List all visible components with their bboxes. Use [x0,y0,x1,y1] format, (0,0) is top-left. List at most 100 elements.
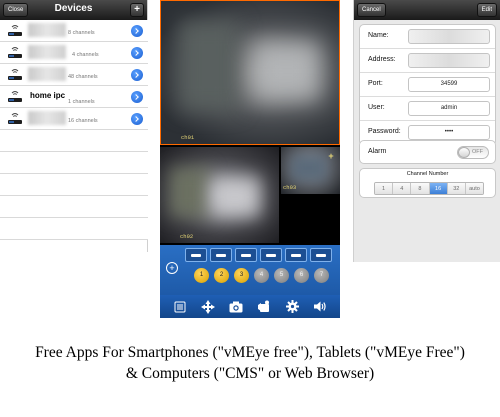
channel-button[interactable]: 4 [254,268,269,283]
channel-option[interactable]: 1 [375,183,394,194]
record-icon[interactable] [257,300,271,314]
device-chip[interactable] [285,248,307,262]
detail-disclosure-icon[interactable] [131,47,143,59]
form-row-address: Address: [360,49,495,73]
devices-navbar: Close Devices + [0,0,147,20]
detail-disclosure-icon[interactable] [131,25,143,37]
device-name-redacted [28,23,66,37]
camera-view-3[interactable]: + ch03 [281,147,340,194]
device-chip[interactable] [185,248,207,262]
channel-button[interactable]: 2 [214,268,229,283]
add-channel-button[interactable]: + [166,262,178,274]
detail-disclosure-icon[interactable] [131,91,143,103]
form-row-port: Port: 34599 [360,73,495,97]
user-field[interactable]: admin [408,101,490,116]
alarm-toggle[interactable]: OFF [457,146,489,159]
empty-row [0,218,148,240]
form-row-name: Name: [360,25,495,49]
camera-view-4[interactable] [281,196,340,243]
port-field[interactable]: 34599 [408,77,490,92]
device-channels: 48 channels [68,74,98,80]
add-icon[interactable]: + [326,151,336,161]
ptz-move-icon[interactable] [201,299,215,314]
channel-slots: 1234567 [182,248,338,292]
channel-button[interactable]: 5 [274,268,289,283]
device-name-redacted [28,111,66,125]
devices-title: Devices [54,3,93,14]
caption: Free Apps For Smartphones ("vMEye free")… [0,342,500,384]
device-name: home ipc [30,91,66,100]
device-row[interactable]: 16 channels [0,108,148,130]
device-channels: 16 channels [68,118,98,124]
password-field[interactable]: •••• [408,125,490,140]
detail-disclosure-icon[interactable] [131,113,143,125]
user-label: User: [368,104,385,111]
device-row[interactable]: 48 channels [0,64,148,86]
device-row[interactable]: 4 channels [0,42,148,64]
toggle-knob [458,147,470,158]
camera-view-1[interactable]: ch01 [160,0,340,145]
channel-button[interactable]: 3 [234,268,249,283]
device-channels: 1 channels [68,99,95,105]
device-chip[interactable] [310,248,332,262]
camera-icon[interactable] [229,300,243,314]
channel-number-box: Channel Number 1 4 8 16 32 auto [359,168,496,198]
camera-view-2[interactable]: ch02 [160,147,279,243]
device-chip[interactable] [210,248,232,262]
device-form: Name: Address: Port: 34599 User: admin P… [359,24,496,146]
dvr-wifi-icon [8,91,22,102]
device-name-redacted [28,45,66,59]
device-chip-row [182,248,338,266]
channel-option[interactable]: 4 [393,183,412,194]
device-list: 8 channels 4 channels 48 channels home i… [0,20,148,240]
address-field[interactable] [408,53,490,68]
empty-row [0,152,148,174]
channel-control-panel: + 1234567 [160,245,340,295]
alarm-state: OFF [472,149,483,155]
caption-line-2: & Computers ("CMS" or Web Browser) [125,365,375,382]
channel-button[interactable]: 1 [194,268,209,283]
settings-icon[interactable] [285,300,299,314]
speaker-icon[interactable] [313,300,327,314]
channel-number-title: Channel Number [406,171,449,177]
channel-option[interactable]: auto [465,183,483,194]
device-chip[interactable] [260,248,282,262]
channel-option[interactable]: 32 [447,183,466,194]
live-view-screen: ch01 ch02 + ch03 + 1234567 [160,0,340,318]
dvr-wifi-icon [8,25,22,36]
camera-label: ch03 [283,184,297,191]
form-row-user: User: admin [360,97,495,121]
edit-button[interactable]: Edit [476,3,497,17]
cancel-button[interactable]: Cancel [357,3,386,17]
password-label: Password: [368,128,401,135]
address-label: Address: [368,56,396,63]
name-field[interactable] [408,29,490,44]
channel-number-row: 1234567 [182,268,338,290]
device-channels: 4 channels [72,52,99,58]
channel-option[interactable]: 16 [429,183,448,194]
device-row[interactable]: 8 channels [0,20,148,42]
device-row[interactable]: home ipc 1 channels [0,86,148,108]
channel-button[interactable]: 7 [314,268,329,283]
detail-disclosure-icon[interactable] [131,69,143,81]
dvr-wifi-icon [8,113,22,124]
dvr-wifi-icon [8,69,22,80]
camera-label: ch02 [180,233,194,240]
alarm-label: Alarm [368,148,387,155]
empty-row [0,196,148,218]
device-name-redacted [28,67,66,81]
edit-device-screen: Cancel Edit Name: Address: Port: 34599 U… [353,0,500,262]
add-device-button[interactable]: + [130,3,144,17]
list-icon[interactable] [173,300,187,314]
dvr-wifi-icon [8,47,22,58]
channel-button[interactable]: 6 [294,268,309,283]
device-chip[interactable] [235,248,257,262]
channel-number-segmented-control: 1 4 8 16 32 auto [374,182,484,195]
channel-option[interactable]: 8 [411,183,430,194]
name-label: Name: [368,32,389,39]
alarm-row: Alarm OFF [359,140,496,164]
edit-navbar: Cancel Edit [354,0,500,20]
devices-screen: Close Devices + 8 channels 4 channels 48… [0,0,148,252]
empty-row [0,130,148,152]
empty-row [0,174,148,196]
